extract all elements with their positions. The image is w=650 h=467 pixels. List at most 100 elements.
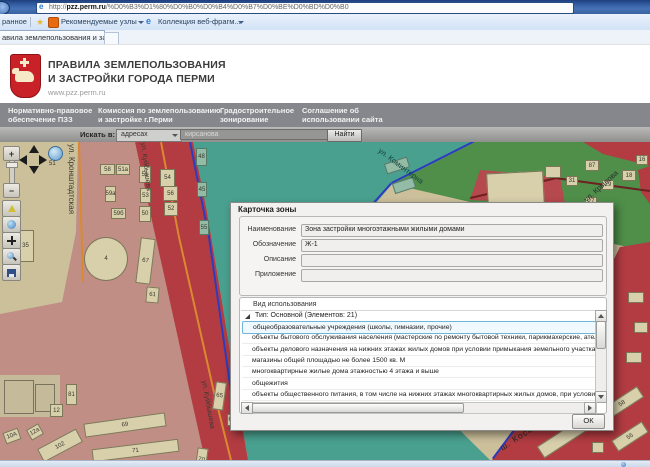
building: 48 [196, 148, 207, 166]
building: 70 [194, 447, 208, 460]
building: 51а [116, 164, 130, 175]
chevron-down-icon[interactable] [238, 21, 244, 24]
building: 56 [163, 186, 178, 201]
building [626, 352, 642, 363]
globe-grid-icon[interactable] [48, 146, 63, 161]
building: 59б [111, 208, 126, 219]
page-title-line2: И ЗАСТРОЙКИ ГОРОДА ПЕРМИ [48, 73, 215, 85]
zone-attributes-group: Наименование Зона застройки многоэтажным… [239, 216, 607, 296]
ok-button[interactable]: ОК [572, 414, 605, 429]
status-zoom-icon [621, 462, 626, 467]
list-group-row[interactable]: Тип: Основной (Элементов: 21) [241, 311, 595, 321]
favorites-label[interactable]: ранное [2, 14, 27, 30]
pan-down-arrow-icon[interactable] [29, 166, 39, 174]
search-category-select[interactable]: адресах [116, 129, 182, 142]
favorites-star-icon[interactable]: ★ [36, 16, 44, 28]
vertical-scroll-thumb[interactable] [596, 321, 606, 349]
pan-right-arrow-icon[interactable] [39, 155, 47, 165]
url-path: /%D0%B3%D1%80%D0%B0%D0%B4%D0%B7%D0%BE%D0… [106, 4, 349, 11]
field-value-description[interactable] [301, 254, 603, 267]
list-item[interactable]: общежития [242, 378, 604, 390]
search-in-label: Искать в: [80, 130, 115, 139]
page-title-line1: ПРАВИЛА ЗЕМЛЕПОЛЬЗОВАНИЯ [48, 59, 226, 71]
site-url-text: www.pzz.perm.ru [48, 88, 106, 97]
zoom-extent-button[interactable] [2, 248, 21, 265]
list-item[interactable]: магазины общей площадью не более 1500 кв… [242, 355, 604, 367]
search-button[interactable]: Найти [327, 129, 362, 142]
building: 59а [105, 186, 116, 202]
main-nav: Нормативно-правовое обеспечение ПЗЗ Коми… [0, 103, 650, 128]
building [592, 442, 604, 453]
building: 58 [100, 164, 115, 175]
expander-icon[interactable] [245, 314, 250, 319]
screen: http://pzz.perm.ru/%D0%B3%D1%80%D0%B0%D0… [0, 0, 650, 467]
field-label-attachment: Приложение [240, 269, 296, 281]
url-domain: pzz.perm.ru [67, 4, 106, 11]
nav-item-commission[interactable]: Комиссия по землепользованию и застройке… [98, 107, 221, 124]
pan-left-arrow-icon[interactable] [19, 155, 27, 165]
scroll-right-button[interactable] [584, 402, 596, 414]
field-label-name: Наименование [240, 224, 296, 236]
search-input[interactable] [180, 129, 328, 140]
building: 81 [66, 384, 77, 405]
search-bar: Искать в: адресах Найти [0, 127, 650, 143]
chevron-down-icon [172, 134, 178, 137]
address-input[interactable]: http://pzz.perm.ru/%D0%B3%D1%80%D0%B0%D0… [36, 2, 574, 14]
building: 31 [566, 176, 578, 186]
building: 87 [585, 160, 599, 171]
back-button[interactable] [0, 1, 10, 15]
ie-favicon-icon: e [39, 3, 47, 11]
street-label-kronshtadtskaya: ул. Кронштадтская [67, 144, 76, 214]
web-slices-icon: e [146, 17, 155, 26]
list-item[interactable]: объекты делового назначения на нижних эт… [242, 344, 604, 356]
building: 18 [622, 170, 636, 181]
nav-item-normative[interactable]: Нормативно-правовое обеспечение ПЗЗ [8, 107, 92, 124]
nav-item-agreement[interactable]: Соглашение об использовании сайта [302, 107, 383, 124]
list-item[interactable]: многоквартирные жилые дома этажностью 4 … [242, 366, 604, 378]
status-bar [0, 460, 650, 467]
building-outline [4, 380, 34, 414]
field-value-name[interactable]: Зона застройки многоэтажными жилыми дома… [301, 224, 603, 237]
chevron-down-icon[interactable] [138, 21, 144, 24]
building [634, 322, 648, 333]
globe-tool-button[interactable] [2, 216, 21, 233]
building-number: 51 [49, 161, 56, 167]
horizontal-scroll-thumb[interactable] [252, 403, 464, 413]
list-item[interactable]: объекты бытового обслуживания населения … [242, 332, 604, 344]
building: 54 [160, 169, 175, 187]
field-label-description: Описание [240, 254, 296, 266]
field-value-designation[interactable]: Ж-1 [301, 239, 603, 252]
use-type-list-group: Вид использования Тип: Основной (Элемент… [239, 297, 607, 414]
measure-tool-button[interactable] [2, 200, 21, 217]
building: 50 [139, 206, 151, 222]
favorites-bar: ранное ★ Рекомендуемые узлы e Коллекция … [0, 14, 650, 31]
building: 16 [636, 155, 648, 165]
dialog-title: Карточка зоны [238, 205, 296, 214]
list-item[interactable]: объекты общественного питания, в том чис… [242, 389, 604, 401]
web-slices-button[interactable]: Коллекция веб-фрагм... [158, 14, 241, 30]
building: 52 [164, 202, 178, 216]
building: 61 [145, 286, 159, 303]
divider [30, 17, 31, 27]
list-header: Вид использования [241, 299, 607, 311]
pan-tool-button[interactable] [2, 232, 21, 249]
field-label-designation: Обозначение [240, 239, 296, 251]
nav-item-zoning[interactable]: Градостроительное зонирование [220, 107, 294, 124]
field-value-attachment[interactable] [301, 269, 603, 282]
perm-coat-of-arms-logo [10, 54, 41, 98]
pan-up-arrow-icon[interactable] [29, 145, 39, 153]
building-round: 4 [84, 237, 128, 281]
save-tool-button[interactable] [2, 264, 21, 281]
tab-bar: авила землепользования и застройки город… [0, 30, 650, 44]
zoom-slider-thumb[interactable] [6, 162, 18, 168]
site-header: ПРАВИЛА ЗЕМЛЕПОЛЬЗОВАНИЯ И ЗАСТРОЙКИ ГОР… [0, 44, 650, 104]
building: 12 [50, 404, 63, 417]
zoom-in-button[interactable]: + [3, 146, 20, 161]
url-scheme: http:// [49, 4, 67, 11]
suggested-sites-button[interactable]: Рекомендуемые узлы [61, 14, 137, 30]
building [545, 166, 561, 178]
building [628, 292, 644, 303]
zoom-out-button[interactable]: − [3, 183, 20, 198]
zone-card-dialog: Карточка зоны Наименование Зона застройк… [230, 202, 614, 431]
suggested-sites-icon [48, 17, 59, 28]
